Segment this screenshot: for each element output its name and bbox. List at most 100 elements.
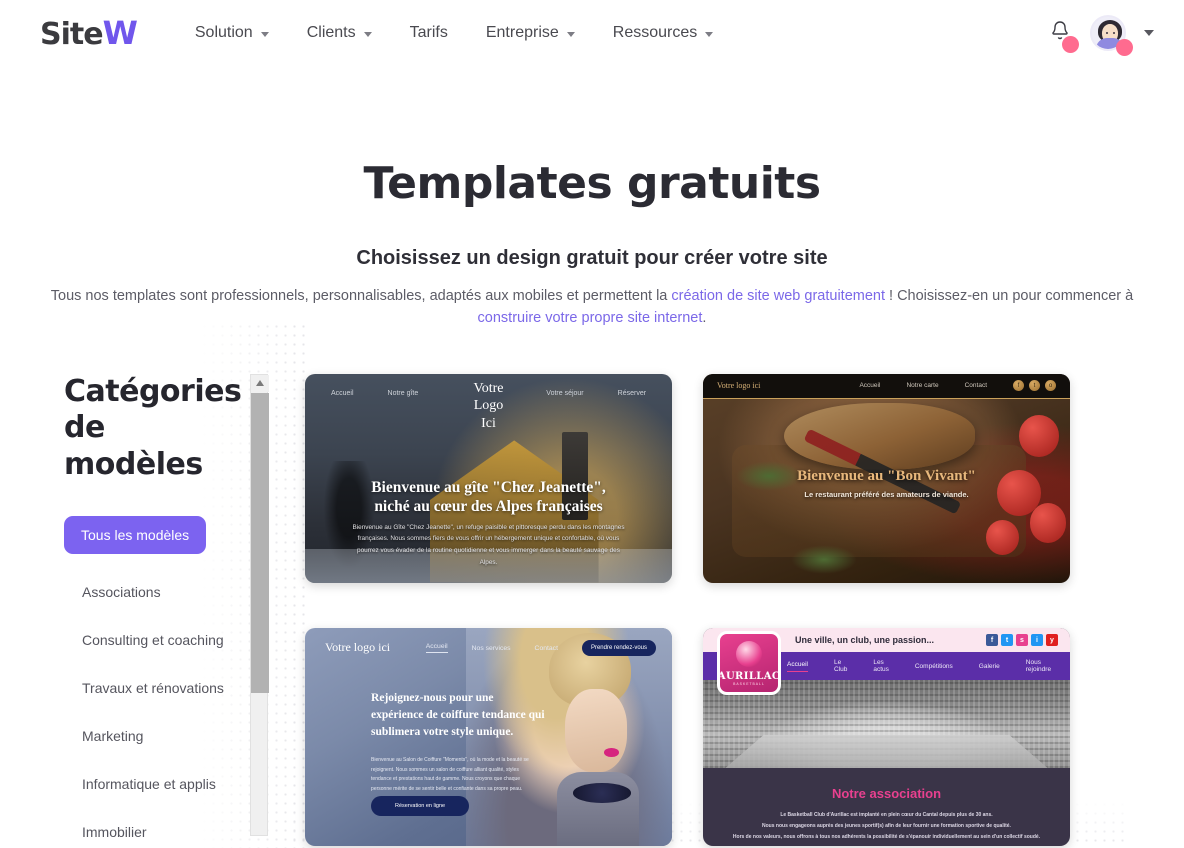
template-logo-restaurant: Votre logo ici [717,381,761,390]
tpl-heading-line2: niché au cœur des Alpes françaises [374,497,603,515]
category-list: Associations Consulting et coaching Trav… [64,568,250,848]
template-nav-restaurant: Accueil Notre carte Contact [859,382,987,389]
instagram-icon: i [1031,634,1043,647]
sidebar-item-travaux[interactable]: Travaux et rénovations [64,664,250,712]
scrollbar-thumb[interactable] [251,392,269,693]
template-card-coiffure[interactable]: Votre logo ici Accueil Nos services Cont… [305,628,672,847]
tpl-nav-notre-carte: Notre carte [906,382,939,389]
templates-grid: Accueil Notre gîte Votre séjour Réserver… [272,373,1184,848]
chevron-down-icon[interactable] [1144,30,1154,36]
template-slogan-association: Une ville, un club, une passion... [795,635,935,646]
twitter-icon: t [1029,380,1040,391]
tpl-para-line2: Nous nous engageons auprès des jeunes sp… [762,823,1011,830]
template-paragraph-coiffure: Bienvenue au Salon de Coiffure "Moments"… [371,757,529,792]
desc-text-3: . [702,309,707,326]
sidebar-title: Catégories de modèles [64,373,242,483]
page-title: Templates gratuits [363,158,821,209]
nav-item-clients[interactable]: Clients [307,24,372,42]
template-card-association[interactable]: Une ville, un club, une passion... f t s… [703,628,1070,847]
tpl-nav-contact: Contact [534,644,558,652]
nav-label-ressources: Ressources [612,24,698,41]
template-paragraph-restaurant: Le restaurant préféré des amateurs de vi… [804,489,969,499]
tpl-nav-contact: Contact [964,382,987,389]
nav-label-solution: Solution [194,24,253,41]
court-shape [725,734,1048,769]
chevron-down-icon [705,32,714,37]
page-subtitle: Choisissez un design gratuit pour créer … [356,247,828,269]
template-nav-coiffure: Accueil Nos services Contact Prendre ren… [425,640,656,657]
logo-name-aurillac: AURILLAC [717,671,781,683]
sidebar-item-informatique[interactable]: Informatique et applis [64,760,250,808]
template-social-restaurant: f t o [1013,380,1056,391]
desc-text-2: ! Choisissez-en un pour commencer à [885,288,1134,304]
hero-section: Templates gratuits Choisissez un design … [0,66,1184,330]
link-construire-site[interactable]: construire votre propre site internet [478,310,703,326]
notifications-button[interactable] [1048,19,1079,53]
nav-item-solution[interactable]: Solution [195,24,269,42]
basketball-icon [736,641,762,668]
tpl-nav-nos-services: Nos services [471,644,511,652]
page-description: Tous nos templates sont professionnels, … [42,286,1142,330]
chevron-down-icon [260,32,269,37]
tpl-nav-nous-rejoindre: Nous rejoindre [1025,659,1052,674]
nav-item-tarifs[interactable]: Tarifs [410,24,448,42]
template-card-restaurant[interactable]: Votre logo ici Accueil Notre carte Conta… [703,373,1070,583]
tpl-nav-competitions: Compétitions [914,662,953,670]
content-area: Catégories de modèles Tous les modèles A… [0,373,1184,848]
template-heading-coiffure: Rejoignez-nous pour une expérience de co… [371,692,545,738]
account-button[interactable] [1090,15,1133,56]
template-logo-gite: Votre Logo Ici [473,380,504,431]
main-navigation: Solution Clients Tarifs Entreprise Resso… [195,24,714,42]
tpl-heading-line1: Bienvenue au gîte "Chez Jeanette", [371,478,606,496]
header-actions [1048,15,1154,56]
tpl-para-line1: Le Basketball Club d'Aurillac est implan… [780,812,993,819]
facebook-icon: f [986,634,998,647]
tpl-nav-le-club: Le Club [833,659,848,674]
face-shape [565,689,627,773]
chevron-down-icon [566,32,575,37]
tpl-nav-accueil: Accueil [859,382,881,389]
page-root: Site W Solution Clients Tarifs Entreprise… [0,0,1184,848]
tpl-nav-galerie: Galerie [978,662,1000,670]
nav-label-tarifs: Tarifs [409,24,448,41]
instagram-icon: o [1045,380,1056,391]
chevron-down-icon [363,32,372,37]
sidebar-item-all-templates[interactable]: Tous les modèles [64,516,207,555]
logo-text-w: W [102,14,138,52]
twitter-icon: t [1001,634,1013,647]
template-paragraph-gite: Bienvenue au Gîte "Chez Jeanette", un re… [352,523,625,567]
template-card-gite[interactable]: Accueil Notre gîte Votre séjour Réserver… [305,373,672,583]
logo-text-site: Site [40,17,104,52]
sidebar-item-marketing[interactable]: Marketing [64,712,250,760]
desc-text-1: Tous nos templates sont professionnels, … [50,288,672,304]
templates-scrollbar[interactable] [250,373,272,848]
tomato-shape [1018,415,1059,458]
tpl-button-rendez-vous: Prendre rendez-vous [581,640,656,657]
tpl-para-line3: Hors de nos valeurs, nous offrons à tous… [732,834,1041,841]
chevron-up-icon [256,380,264,386]
logo-sitew[interactable]: Site W [40,14,138,52]
scrollbar-up-button[interactable] [251,374,269,392]
logo-sub-basketball: BASKETBALL [733,682,765,687]
tpl-nav-accueil: Accueil [425,643,448,654]
rosemary-shape [791,544,858,575]
sidebar-item-associations[interactable]: Associations [64,568,250,616]
categories-sidebar: Catégories de modèles Tous les modèles A… [0,374,250,848]
template-heading-gite: Bienvenue au gîte "Chez Jeanette", niché… [305,478,672,517]
link-creation-site-web[interactable]: création de site web gratuitement [671,288,885,304]
nav-label-entreprise: Entreprise [485,24,559,41]
template-heading-association: Notre association [831,786,942,802]
template-heading-restaurant: Bienvenue au "Bon Vivant" [797,467,976,484]
nav-item-ressources[interactable]: Ressources [612,24,714,42]
tomato-shape [1029,503,1067,543]
sidebar-item-immobilier[interactable]: Immobilier [64,808,250,848]
site-header: Site W Solution Clients Tarifs Entreprise… [0,0,1184,66]
tomato-shape [985,519,1019,556]
scrollbar-track[interactable] [250,373,269,836]
snapchat-icon: s [1016,634,1028,647]
facebook-icon: f [1013,380,1024,391]
sidebar-item-consulting[interactable]: Consulting et coaching [64,616,250,664]
template-social-association: f t s i y [986,634,1058,647]
template-logo-coiffure: Votre logo ici [325,640,391,655]
nav-item-entreprise[interactable]: Entreprise [486,24,575,42]
